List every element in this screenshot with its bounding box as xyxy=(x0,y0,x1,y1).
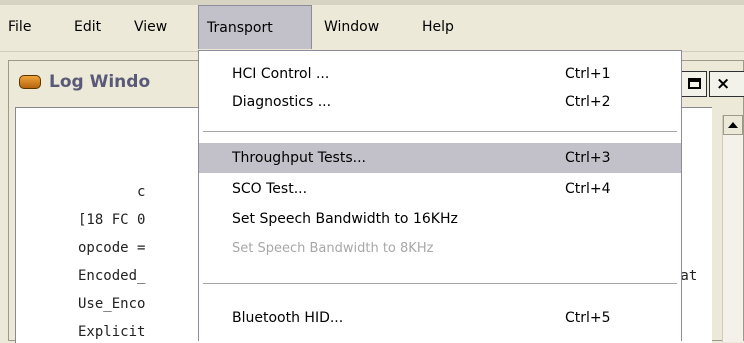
menu-separator xyxy=(203,131,677,133)
menu-item-diagnostics[interactable]: Diagnostics ... Ctrl+2 xyxy=(199,87,681,117)
menu-item-label: Set Speech Bandwidth to 16KHz xyxy=(232,211,458,227)
menu-item-shortcut: Ctrl+2 xyxy=(565,94,611,110)
menu-edit[interactable]: Edit xyxy=(66,5,109,49)
log-window-icon xyxy=(19,75,41,89)
menu-item-shortcut: Ctrl+4 xyxy=(565,181,611,197)
menu-help[interactable]: Help xyxy=(414,5,462,49)
menu-item-label: HCI Control ... xyxy=(232,66,330,82)
menu-bar: File Edit View Transport Window Help xyxy=(0,5,744,52)
menu-item-sco-test[interactable]: SCO Test... Ctrl+4 xyxy=(199,174,681,204)
menu-item-speech-8khz: Set Speech Bandwidth to 8KHz xyxy=(199,234,681,264)
menu-view[interactable]: View xyxy=(126,5,175,49)
log-window-title: Log Windo xyxy=(49,72,151,92)
scroll-up-button[interactable] xyxy=(723,115,743,135)
transport-menu: HCI Control ... Ctrl+1 Diagnostics ... C… xyxy=(198,50,682,341)
menu-item-shortcut: Ctrl+3 xyxy=(565,150,611,166)
log-line: Explicit xyxy=(78,324,146,340)
menu-item-label: Set Speech Bandwidth to 8KHz xyxy=(232,241,434,256)
menu-item-label: Throughput Tests... xyxy=(232,150,366,166)
menu-transport[interactable]: Transport xyxy=(198,5,312,49)
menu-item-label: Bluetooth HID... xyxy=(232,310,344,326)
log-line: [18 FC 0 xyxy=(78,212,146,228)
menu-window[interactable]: Window xyxy=(316,5,387,49)
menu-item-shortcut: Ctrl+5 xyxy=(565,310,611,326)
menu-item-speech-16khz[interactable]: Set Speech Bandwidth to 16KHz xyxy=(199,204,681,234)
menu-item-bluetooth-hid[interactable]: Bluetooth HID... Ctrl+5 xyxy=(199,303,681,333)
log-line: c xyxy=(78,184,146,200)
close-icon: × xyxy=(716,74,731,94)
log-line: Encoded_ xyxy=(78,268,146,284)
menu-item-label: SCO Test... xyxy=(232,181,308,197)
log-line: Use_Enco xyxy=(78,296,146,312)
arrow-up-icon xyxy=(728,122,738,128)
maximize-icon xyxy=(687,78,701,89)
vertical-scrollbar[interactable] xyxy=(722,115,743,342)
menu-file[interactable]: File xyxy=(0,5,39,49)
log-line: opcode = xyxy=(78,240,146,256)
maximize-button[interactable] xyxy=(681,71,707,97)
menu-item-label: Diagnostics ... xyxy=(232,94,332,110)
menu-item-shortcut: Ctrl+1 xyxy=(565,66,611,82)
close-button[interactable]: × xyxy=(709,71,744,97)
menu-separator xyxy=(203,283,677,285)
menu-item-hci-control[interactable]: HCI Control ... Ctrl+1 xyxy=(199,59,681,89)
menu-item-throughput-tests[interactable]: Throughput Tests... Ctrl+3 xyxy=(199,143,681,173)
